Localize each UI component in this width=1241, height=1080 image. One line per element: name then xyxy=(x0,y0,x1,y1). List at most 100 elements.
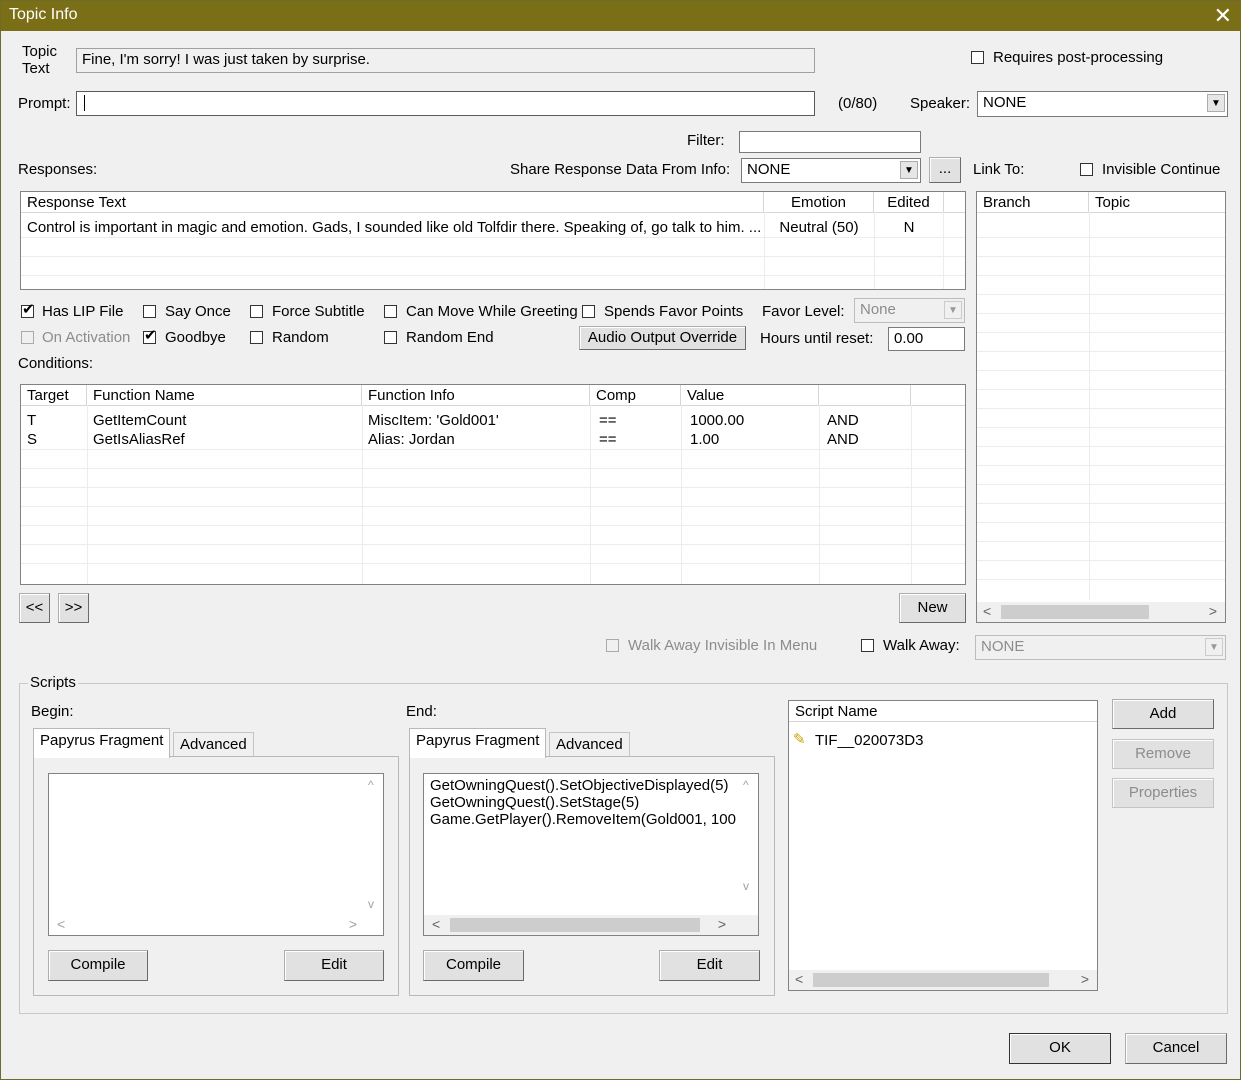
chevron-down-icon[interactable]: ▼ xyxy=(1207,94,1225,112)
on-activation-checkbox[interactable] xyxy=(21,331,34,344)
audio-output-override-button[interactable]: Audio Output Override xyxy=(579,326,746,350)
scroll-right-icon[interactable]: > xyxy=(1209,603,1217,619)
share-response-value: NONE xyxy=(747,161,791,178)
add-script-button[interactable]: Add xyxy=(1112,699,1214,729)
script-list[interactable]: Script Name ✎ TIF__020073D3 < > xyxy=(788,700,1098,991)
spends-favor-points-label: Spends Favor Points xyxy=(604,303,744,320)
share-response-select[interactable]: NONE ▼ xyxy=(741,158,921,183)
walk-away-checkbox[interactable] xyxy=(861,639,874,652)
responses-table[interactable]: Response Text Emotion Edited Control is … xyxy=(20,191,966,290)
condition-info-cell: MiscItem: 'Gold001' xyxy=(368,412,499,429)
begin-script-editor[interactable]: ^ v < > xyxy=(48,773,384,936)
next-button[interactable]: >> xyxy=(58,593,89,623)
end-compile-button[interactable]: Compile xyxy=(423,950,524,981)
column-header-edited[interactable]: Edited xyxy=(874,192,944,212)
requires-post-processing-checkbox[interactable] xyxy=(971,51,984,64)
end-script-editor[interactable]: GetOwningQuest().SetObjectiveDisplayed(5… xyxy=(423,773,759,936)
scroll-left-icon[interactable]: < xyxy=(983,603,991,619)
remove-script-button[interactable]: Remove xyxy=(1112,739,1214,769)
ok-button[interactable]: OK xyxy=(1009,1033,1111,1064)
column-header-function-info[interactable]: Function Info xyxy=(362,385,590,405)
script-list-horizontal-scrollbar[interactable]: < > xyxy=(789,970,1097,990)
scrollbar-thumb[interactable] xyxy=(1001,605,1149,619)
table-row[interactable]: Control is important in magic and emotio… xyxy=(21,218,965,237)
close-icon[interactable]: ✕ xyxy=(1214,3,1232,29)
scroll-right-icon[interactable]: > xyxy=(718,916,726,932)
scrollbar-thumb[interactable] xyxy=(450,918,700,932)
scroll-left-icon[interactable]: < xyxy=(432,916,440,932)
scripts-group-title: Scripts xyxy=(28,674,78,691)
properties-button[interactable]: Properties xyxy=(1112,778,1214,808)
scroll-left-icon[interactable]: < xyxy=(57,916,65,932)
list-item[interactable]: ✎ TIF__020073D3 xyxy=(789,731,1097,750)
has-lip-file-checkbox[interactable]: ✔ xyxy=(21,301,35,318)
scroll-up-icon[interactable]: ^ xyxy=(743,778,749,792)
hours-until-reset-input[interactable]: 0.00 xyxy=(888,327,965,351)
column-header-branch[interactable]: Branch xyxy=(977,192,1089,212)
tab-end-papyrus-fragment[interactable]: Papyrus Fragment xyxy=(409,728,547,758)
speaker-select[interactable]: NONE ▼ xyxy=(977,91,1228,117)
topic-text-field[interactable]: Fine, I'm sorry! I was just taken by sur… xyxy=(76,48,815,73)
walk-away-invisible-checkbox[interactable] xyxy=(606,639,619,652)
chevron-down-icon[interactable]: ▼ xyxy=(900,161,918,179)
goodbye-checkbox[interactable]: ✔ xyxy=(143,327,157,344)
chevron-down-icon[interactable]: ▼ xyxy=(1205,638,1223,656)
walk-away-select[interactable]: NONE ▼ xyxy=(975,635,1226,660)
column-header-function-name[interactable]: Function Name xyxy=(87,385,362,405)
end-vertical-scrollbar[interactable]: ^ v xyxy=(740,774,758,915)
end-horizontal-scrollbar[interactable]: < > xyxy=(424,915,758,935)
link-to-table[interactable]: Branch Topic < > xyxy=(976,191,1226,623)
begin-compile-button[interactable]: Compile xyxy=(48,950,148,981)
random-checkbox[interactable] xyxy=(250,331,263,344)
edited-cell: N xyxy=(903,219,915,236)
table-row[interactable]: S GetIsAliasRef Alias: Jordan == 1.00 AN… xyxy=(21,430,965,449)
tab-begin-advanced[interactable]: Advanced xyxy=(173,732,254,757)
spends-favor-points-checkbox[interactable] xyxy=(582,305,595,318)
scroll-down-icon[interactable]: v xyxy=(743,879,749,893)
column-header-response-text[interactable]: Response Text xyxy=(21,192,764,212)
invisible-continue-checkbox[interactable] xyxy=(1080,163,1093,176)
tab-begin-papyrus-fragment[interactable]: Papyrus Fragment xyxy=(33,728,171,758)
column-header-target[interactable]: Target xyxy=(21,385,87,405)
cancel-button[interactable]: Cancel xyxy=(1125,1033,1227,1064)
speaker-label: Speaker: xyxy=(910,95,971,112)
scroll-right-icon[interactable]: > xyxy=(1081,971,1089,987)
column-header-topic[interactable]: Topic xyxy=(1089,192,1225,212)
begin-horizontal-scrollbar[interactable]: < > xyxy=(49,915,365,935)
favor-level-select[interactable]: None ▼ xyxy=(854,298,965,323)
force-subtitle-checkbox[interactable] xyxy=(250,305,263,318)
link-to-horizontal-scrollbar[interactable]: < > xyxy=(977,602,1225,622)
scroll-right-icon[interactable]: > xyxy=(349,916,357,932)
scrollbar-thumb[interactable] xyxy=(813,973,1049,987)
scroll-left-icon[interactable]: < xyxy=(795,971,803,987)
emotion-cell: Neutral (50) xyxy=(779,219,859,236)
share-response-browse-button[interactable]: ... xyxy=(929,157,961,183)
filter-input[interactable] xyxy=(739,131,921,153)
prompt-counter: (0/80) xyxy=(838,95,878,112)
prompt-input[interactable] xyxy=(76,91,815,116)
say-once-checkbox[interactable] xyxy=(143,305,156,318)
column-header-emotion[interactable]: Emotion xyxy=(764,192,874,212)
script-name: TIF__020073D3 xyxy=(815,732,924,749)
column-header-value[interactable]: Value xyxy=(681,385,819,405)
column-header-comp[interactable]: Comp xyxy=(590,385,681,405)
table-row[interactable]: T GetItemCount MiscItem: 'Gold001' == 10… xyxy=(21,411,965,430)
script-icon: ✎ xyxy=(793,731,806,748)
column-header-operator[interactable] xyxy=(819,385,911,405)
begin-edit-button[interactable]: Edit xyxy=(284,950,384,981)
conditions-label: Conditions: xyxy=(18,355,94,372)
previous-button[interactable]: << xyxy=(19,593,50,623)
begin-vertical-scrollbar[interactable]: ^ v xyxy=(365,774,383,915)
scroll-down-icon[interactable]: v xyxy=(368,897,374,911)
scroll-up-icon[interactable]: ^ xyxy=(368,778,374,792)
random-end-checkbox[interactable] xyxy=(384,331,397,344)
new-condition-button[interactable]: New xyxy=(899,593,966,623)
end-edit-button[interactable]: Edit xyxy=(659,950,760,981)
link-to-label: Link To: xyxy=(973,161,1025,178)
can-move-while-greeting-checkbox[interactable] xyxy=(384,305,397,318)
chevron-down-icon[interactable]: ▼ xyxy=(944,301,962,319)
conditions-table[interactable]: Target Function Name Function Info Comp … xyxy=(20,384,966,585)
tab-end-advanced[interactable]: Advanced xyxy=(549,732,630,757)
column-header-script-name[interactable]: Script Name xyxy=(789,701,1097,721)
condition-value-cell: 1.00 xyxy=(690,431,720,448)
